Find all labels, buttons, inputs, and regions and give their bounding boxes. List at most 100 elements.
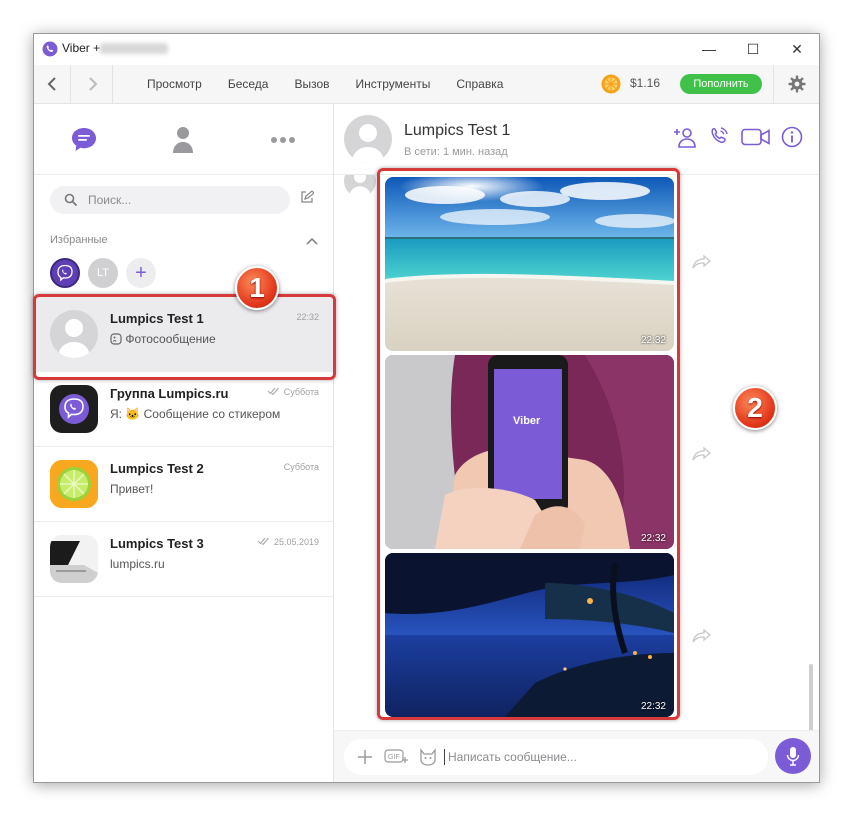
add-favorite-button[interactable]: +	[126, 258, 156, 288]
share-arrow-icon	[692, 446, 712, 461]
svg-text:GIF: GIF	[388, 754, 400, 761]
avatar	[50, 385, 98, 433]
avatar	[50, 460, 98, 508]
balance-amount: $1.16	[630, 76, 661, 90]
blurred-phone-number	[100, 43, 168, 54]
tab-chats[interactable]	[64, 122, 104, 158]
microphone-icon	[786, 747, 800, 766]
viber-out-coin-icon	[601, 74, 621, 94]
viber-icon	[57, 264, 73, 282]
favorite-lt[interactable]: LT	[88, 258, 118, 288]
sender-avatar	[344, 175, 376, 197]
info-icon	[781, 126, 803, 148]
chevron-right-icon	[89, 77, 98, 91]
message-input[interactable]: GIF Написать сообщение...	[344, 739, 768, 775]
share-arrow-icon	[692, 628, 712, 643]
add-person-icon	[674, 128, 696, 148]
chat-name: Lumpics Test 2	[110, 461, 204, 476]
info-button[interactable]	[781, 126, 803, 153]
plus-icon[interactable]	[358, 750, 372, 764]
gif-icon[interactable]: GIF	[384, 749, 410, 765]
tab-contacts[interactable]	[163, 122, 203, 158]
close-button[interactable]: ✕	[775, 34, 819, 64]
forward-button-3[interactable]	[692, 628, 712, 648]
contacts-person-icon	[173, 127, 193, 153]
chat-preview-text: Я: 🐱 Сообщение со стикером	[110, 407, 281, 421]
chat-item-group-lumpics[interactable]: Группа Lumpics.ru Я: 🐱 Сообщение со стик…	[34, 372, 333, 447]
voice-message-button[interactable]	[775, 738, 811, 774]
close-icon: ✕	[791, 40, 803, 57]
title-bar: Viber + — ☐ ✕	[34, 34, 819, 64]
sidebar-tabs	[34, 104, 333, 175]
chevron-up-icon	[306, 237, 318, 245]
contact-avatar[interactable]	[344, 115, 392, 163]
chat-time: Суббота	[283, 462, 319, 472]
avatar	[50, 535, 98, 583]
minimize-icon: —	[702, 41, 716, 57]
back-button[interactable]	[34, 65, 71, 103]
menu-item-conversation[interactable]: Беседа	[228, 77, 269, 91]
menu-item-tools[interactable]: Инструменты	[356, 77, 431, 91]
chat-item-lumpics-test-3[interactable]: Lumpics Test 3 lumpics.ru 25.05.2019	[34, 522, 333, 597]
window-title: Viber +	[62, 41, 101, 55]
video-call-button[interactable]	[741, 128, 771, 151]
compose-button[interactable]	[300, 190, 315, 209]
phone-icon	[711, 127, 728, 144]
favorite-lt-initials: LT	[96, 267, 110, 279]
double-check-icon	[267, 387, 280, 396]
more-dots-icon	[271, 137, 295, 143]
top-up-button[interactable]: Пополнить	[680, 74, 762, 94]
gear-icon	[788, 75, 806, 93]
plus-icon: +	[135, 261, 147, 284]
maximize-icon: ☐	[746, 40, 760, 57]
message-composer: GIF Написать сообщение...	[334, 730, 819, 782]
add-participant-button[interactable]	[673, 126, 697, 153]
annotation-badge-1: 1	[235, 266, 279, 310]
chat-preview-text: lumpics.ru	[110, 557, 165, 571]
forward-button-1[interactable]	[692, 254, 712, 274]
video-camera-icon	[741, 128, 770, 146]
chat-time-text: Суббота	[283, 387, 319, 397]
share-arrow-icon	[692, 254, 712, 269]
settings-button[interactable]	[773, 65, 819, 103]
menu-bar: Просмотр Беседа Вызов Инструменты Справк…	[34, 65, 819, 104]
menu-item-help[interactable]: Справка	[456, 77, 503, 91]
chat-item-lumpics-test-2[interactable]: Lumpics Test 2 Привет! Суббота	[34, 447, 333, 522]
search-icon	[64, 193, 78, 207]
voice-call-button[interactable]	[708, 126, 730, 153]
search-input[interactable]: Поиск...	[50, 186, 290, 214]
viber-group-avatar-icon	[59, 394, 89, 424]
default-avatar-icon	[352, 124, 384, 163]
menu-item-view[interactable]: Просмотр	[147, 77, 202, 91]
contact-name[interactable]: Lumpics Test 1	[404, 122, 510, 140]
menu: Просмотр Беседа Вызов Инструменты Справк…	[147, 65, 529, 103]
laptop-avatar-icon	[50, 535, 98, 583]
forward-button-2[interactable]	[692, 446, 712, 466]
message-input-placeholder: Написать сообщение...	[448, 750, 577, 764]
sidebar: Поиск... Избранные LT + Lumpics Test 1 Ф…	[34, 104, 334, 782]
conversation-header: Lumpics Test 1 В сети: 1 мин. назад	[334, 104, 819, 175]
favorites-collapse-button[interactable]	[306, 232, 318, 250]
highlight-photos	[377, 168, 680, 720]
chevron-left-icon	[47, 77, 56, 91]
contact-status: В сети: 1 мин. назад	[404, 146, 508, 158]
chat-preview-text: Привет!	[110, 482, 154, 496]
search-placeholder: Поиск...	[88, 193, 132, 207]
lime-avatar-icon	[50, 460, 98, 508]
annotation-badge-2: 2	[733, 386, 777, 430]
maximize-button[interactable]: ☐	[731, 34, 775, 64]
chat-name: Lumpics Test 3	[110, 536, 204, 551]
menu-item-call[interactable]: Вызов	[294, 77, 329, 91]
viber-logo-icon	[42, 41, 58, 57]
default-avatar-icon	[349, 175, 371, 197]
double-check-icon	[258, 537, 270, 546]
minimize-button[interactable]: —	[687, 34, 731, 64]
tab-more[interactable]	[263, 122, 303, 158]
compose-edit-icon	[301, 190, 315, 203]
forward-button[interactable]	[74, 65, 113, 103]
favorite-viber-group[interactable]	[50, 258, 80, 288]
chat-bubble-icon	[72, 128, 96, 151]
sticker-cat-icon[interactable]	[418, 748, 438, 766]
favorites-label: Избранные	[50, 234, 108, 246]
text-cursor	[444, 749, 445, 765]
